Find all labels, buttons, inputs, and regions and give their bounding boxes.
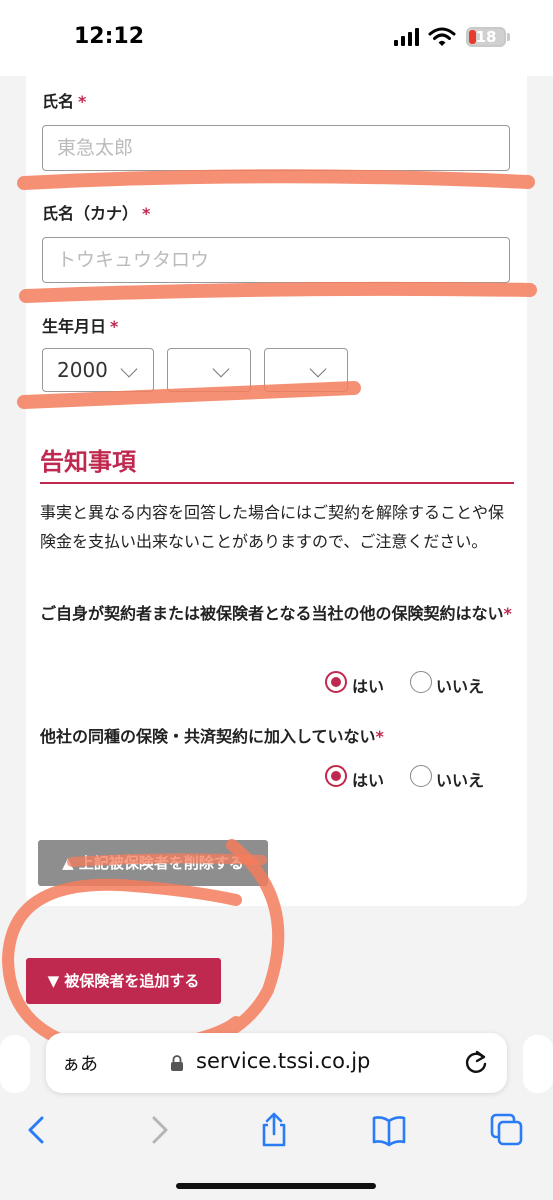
lock-icon xyxy=(171,1055,183,1071)
signal-icon xyxy=(394,28,419,46)
name-label: 氏名 * xyxy=(42,92,87,111)
birth-month-select[interactable] xyxy=(167,348,251,392)
name-field[interactable]: 東急太郎 xyxy=(42,125,510,171)
birth-year-select[interactable]: 2000 xyxy=(42,348,154,392)
kana-placeholder: トウキュウタロウ xyxy=(57,249,210,271)
bookmarks-icon[interactable] xyxy=(371,1112,407,1148)
question-other-contracts: ご自身が契約者または被保険者となる当社の他の保険契約はない* xyxy=(40,604,512,623)
chevron-down-icon xyxy=(120,360,138,378)
text-size-button[interactable]: ぁあ xyxy=(62,1050,98,1076)
notice-title: 告知事項 xyxy=(40,448,136,476)
chevron-down-icon xyxy=(309,360,327,378)
notice-description: 事実と異なる内容を回答した場合にはご契約を解除することや保険金を支払い出来ないこ… xyxy=(40,503,505,551)
tabs-icon[interactable] xyxy=(489,1112,525,1148)
forward-icon[interactable] xyxy=(140,1112,176,1148)
required-mark: * xyxy=(503,604,512,623)
add-insured-button[interactable]: ▼ 被保険者を追加する xyxy=(26,958,221,1004)
previous-tab-edge[interactable] xyxy=(0,1035,30,1093)
chevron-down-icon xyxy=(212,360,230,378)
kana-label: 氏名（カナ） * xyxy=(42,204,151,223)
reload-icon[interactable] xyxy=(463,1049,489,1075)
q2-no-radio[interactable] xyxy=(410,765,432,787)
q1-no-label: いいえ xyxy=(436,677,485,696)
url-text: service.tssi.co.jp xyxy=(196,1049,371,1073)
required-mark: * xyxy=(78,92,87,111)
required-mark: * xyxy=(375,727,384,746)
home-indicator xyxy=(176,1183,376,1189)
q2-yes-radio[interactable] xyxy=(325,765,347,787)
delete-insured-button[interactable]: ▲ 上記被保険者を削除する xyxy=(38,840,268,886)
battery-level: 18 xyxy=(475,28,497,46)
address-bar[interactable]: ぁあ service.tssi.co.jp xyxy=(46,1033,507,1093)
q1-yes-label: はい xyxy=(352,677,385,696)
birthdate-label: 生年月日 * xyxy=(42,317,119,336)
wifi-icon xyxy=(428,27,456,46)
required-mark: * xyxy=(110,317,119,336)
question-other-company: 他社の同種の保険・共済契約に加入していない* xyxy=(40,727,384,746)
birth-year-value: 2000 xyxy=(57,358,108,382)
required-mark: * xyxy=(142,204,151,223)
name-placeholder: 東急太郎 xyxy=(57,137,134,159)
next-tab-edge[interactable] xyxy=(523,1035,553,1093)
kana-field[interactable]: トウキュウタロウ xyxy=(42,237,510,283)
q1-no-radio[interactable] xyxy=(410,671,432,693)
q2-no-label: いいえ xyxy=(436,771,485,790)
q2-yes-label: はい xyxy=(352,771,385,790)
battery-icon: 18 xyxy=(466,27,506,47)
share-icon[interactable] xyxy=(256,1112,292,1148)
battery-cap xyxy=(507,33,510,41)
section-divider xyxy=(40,482,514,484)
q1-yes-radio[interactable] xyxy=(325,671,347,693)
status-bar: 12:12 18 xyxy=(0,0,553,76)
clock: 12:12 xyxy=(74,24,145,49)
back-icon[interactable] xyxy=(20,1112,56,1148)
birth-day-select[interactable] xyxy=(264,348,348,392)
